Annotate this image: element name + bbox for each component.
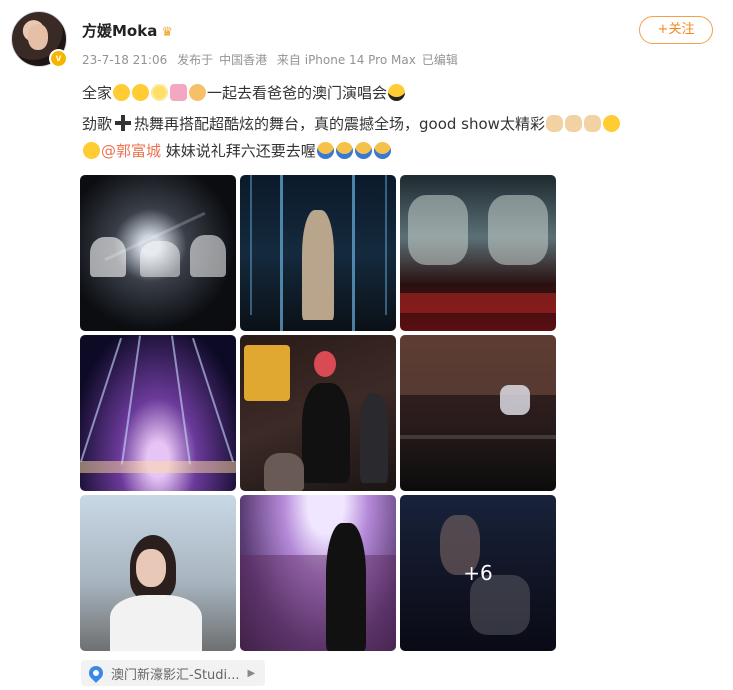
photo-thumbnail[interactable] — [80, 495, 236, 651]
text-segment: 一起去看爸爸的澳门演唱会 — [207, 84, 388, 102]
clap-emoji-icon — [564, 115, 582, 132]
post-text-line-2: 劲歌 热舞再搭配超酷炫的舞台，真的震撼全场，good show太精彩 — [82, 113, 621, 134]
smile-emoji-icon — [602, 115, 620, 132]
author-name-row[interactable]: 方媛Moka ♛ — [82, 20, 173, 41]
photo-thumbnail[interactable] — [80, 335, 236, 491]
photo-thumbnail[interactable] — [80, 175, 236, 331]
woman-emoji-icon — [189, 84, 207, 101]
more-photos-count[interactable]: +6 — [400, 495, 556, 651]
photo-thumbnail[interactable] — [240, 495, 396, 651]
author-name[interactable]: 方媛Moka — [82, 22, 157, 40]
text-segment: 热舞再搭配超酷炫的舞台，真的震撼全场，good show太精彩 — [134, 115, 545, 133]
clap-emoji-icon — [583, 115, 601, 132]
post-edited[interactable]: 已编辑 — [422, 53, 458, 67]
shocked-emoji-icon — [354, 142, 372, 159]
location-pin-icon — [86, 663, 106, 683]
crown-icon: ♛ — [161, 25, 173, 40]
verified-badge-icon: v — [49, 49, 68, 68]
post-text-line-1: 全家 一起去看爸爸的澳门演唱会 — [82, 82, 406, 103]
post-meta: 23-7-18 21:06 发布于 中国香港 来自 iPhone 14 Pro M… — [82, 51, 464, 68]
post-region: 中国香港 — [219, 53, 268, 67]
sunglasses-emoji-icon — [388, 84, 406, 101]
baby-emoji-icon — [113, 84, 131, 101]
text-segment: 劲歌 — [82, 115, 113, 133]
sun-emoji-icon — [151, 84, 169, 101]
avatar-face — [28, 24, 48, 50]
text-segment: 妹妹说礼拜六还要去喔 — [165, 142, 316, 160]
shocked-emoji-icon — [316, 142, 334, 159]
post-text-line-3: @郭富城 妹妹说礼拜六还要去喔 — [82, 140, 392, 161]
shocked-emoji-icon — [373, 142, 391, 159]
photo-thumbnail[interactable] — [240, 175, 396, 331]
shocked-emoji-icon — [335, 142, 353, 159]
author-avatar[interactable]: v — [11, 11, 68, 68]
photo-thumbnail-more[interactable]: +6 — [400, 495, 556, 651]
clap-emoji-icon — [545, 115, 563, 132]
grin-emoji-icon — [83, 142, 100, 159]
photo-thumbnail[interactable] — [400, 175, 556, 331]
post-time[interactable]: 23-7-18 21:06 — [82, 53, 167, 67]
couple-emoji-icon — [170, 84, 188, 101]
man-emoji-icon — [132, 84, 150, 101]
mention-link[interactable]: @郭富城 — [101, 142, 161, 160]
text-segment: 全家 — [82, 84, 113, 102]
photo-thumbnail[interactable] — [240, 335, 396, 491]
photo-thumbnail[interactable] — [400, 335, 556, 491]
post-device: 来自 iPhone 14 Pro Max — [276, 53, 416, 67]
plus-emoji-icon — [114, 114, 132, 132]
post-source-prefix: 发布于 — [177, 53, 214, 67]
location-tag[interactable]: 澳门新濠影汇-Studi... ▶ — [81, 660, 266, 686]
location-name: 澳门新濠影汇-Studi... — [111, 667, 240, 683]
follow-button[interactable]: +关注 — [639, 16, 713, 44]
chevron-right-icon: ▶ — [247, 667, 256, 679]
